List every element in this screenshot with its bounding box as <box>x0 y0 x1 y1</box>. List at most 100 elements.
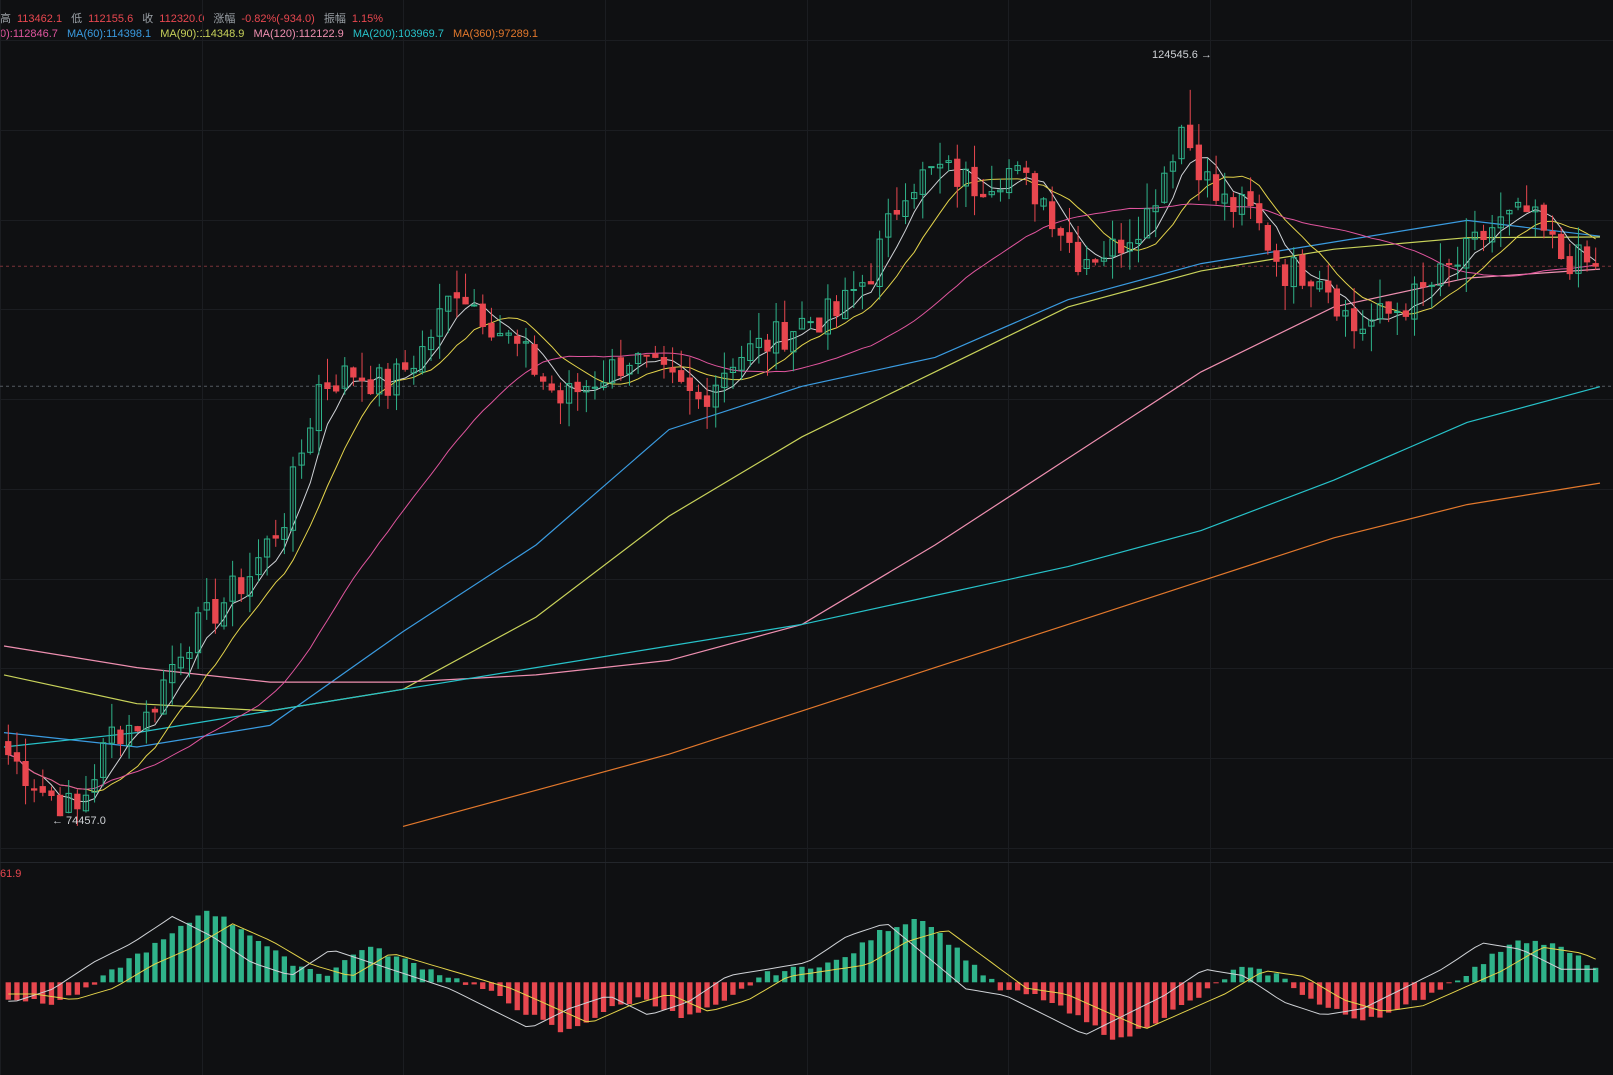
candle-down <box>488 322 495 338</box>
candle-down <box>678 370 685 382</box>
candle-down <box>56 794 64 817</box>
candle-down <box>238 577 245 595</box>
moving-average-lines <box>3 157 1601 827</box>
macd-histogram-bar <box>1463 976 1469 983</box>
macd-histogram-bar <box>523 982 529 1015</box>
candle-down <box>1212 174 1220 201</box>
candle-down <box>1273 250 1280 262</box>
macd-histogram-bar <box>152 942 158 983</box>
macd-histogram-bar <box>1187 982 1193 1001</box>
candle-down <box>1523 205 1530 213</box>
candle-down <box>22 761 29 786</box>
macd-histogram-bar <box>342 960 348 983</box>
candle-down <box>1307 281 1315 287</box>
chart-grid <box>0 0 1613 1075</box>
macd-histogram-bar <box>540 982 546 1020</box>
macd-histogram-bar <box>66 982 72 996</box>
macd-histogram-bar <box>1403 982 1409 1005</box>
candle-down <box>117 729 124 745</box>
candle-down <box>954 158 961 187</box>
macd-histogram-bar <box>247 935 253 983</box>
macd-histogram-bar <box>730 982 736 995</box>
macd-histogram-bar <box>1299 982 1305 995</box>
macd-histogram-bar <box>1092 982 1098 1026</box>
macd-histogram-bar <box>1455 980 1461 983</box>
ma-short-line <box>8 175 1596 793</box>
candle-down <box>462 296 469 305</box>
candle-down <box>74 793 81 810</box>
macd-histogram-bar <box>195 915 201 983</box>
macd-histogram-bar <box>411 963 417 983</box>
macd-histogram-bar <box>1429 982 1435 993</box>
macd-histogram-bar <box>1593 967 1599 983</box>
macd-histogram-bar <box>704 982 710 1008</box>
macd-histogram-bar <box>480 982 486 989</box>
macd-histogram-bar <box>428 969 434 983</box>
macd-histogram-bar <box>1446 982 1452 984</box>
macd-histogram-bar <box>1584 965 1590 983</box>
macd-histogram-bar <box>1360 982 1366 1021</box>
candle-up <box>471 304 478 307</box>
candle-down <box>1420 282 1427 288</box>
macd-histogram-bar <box>109 969 115 983</box>
macd-histogram-bar <box>644 982 650 1000</box>
candle-down <box>514 335 521 344</box>
candle-down <box>1351 308 1358 332</box>
candle-down <box>402 362 409 370</box>
candle-down <box>1256 203 1263 224</box>
candle-down <box>1549 231 1556 235</box>
macd-histogram-bar <box>1273 973 1280 983</box>
macd-histogram-bar <box>1420 982 1426 1000</box>
candle-down <box>660 357 668 365</box>
macd-histogram-bar <box>1118 982 1124 1038</box>
candle-down <box>1540 204 1547 231</box>
candle-down <box>1031 173 1039 205</box>
macd-histogram-bar <box>1222 979 1228 983</box>
candle-down <box>1566 256 1573 275</box>
candle-down <box>272 535 279 539</box>
candle-down <box>134 726 141 732</box>
candlestick-chart[interactable]: 124545.6 → ← 74457.0 61.9 <box>0 0 1613 1075</box>
macd-histogram-bar <box>885 931 891 983</box>
macd-histogram-bar <box>1213 982 1219 984</box>
macd-histogram-bar <box>557 982 564 1033</box>
candle-down <box>548 383 555 391</box>
candle-down <box>333 385 340 392</box>
candle-down <box>980 193 987 198</box>
candle-down <box>1187 124 1194 149</box>
candle-up <box>807 321 814 324</box>
macd-histogram-bar <box>402 958 408 983</box>
candle-down <box>1023 167 1030 173</box>
macd-histogram-bar <box>1506 944 1512 983</box>
macd-histogram-bar <box>1489 953 1495 983</box>
macd-histogram-bar <box>324 975 331 983</box>
macd-histogram-bar <box>1541 944 1547 983</box>
macd-histogram-bar <box>307 969 313 983</box>
macd-histogram-bar <box>1325 982 1331 1008</box>
macd-histogram-bar <box>1109 982 1116 1040</box>
macd-histogram-bar <box>212 916 218 983</box>
candle-down <box>1333 288 1340 317</box>
macd-histogram-bar <box>1135 982 1142 1029</box>
candle-down <box>384 368 392 396</box>
macd-histogram-bar <box>1411 982 1418 1001</box>
macd-histogram-bar <box>359 950 365 983</box>
macd-histogram-bar <box>747 982 753 986</box>
macd-histogram-bar <box>100 975 106 983</box>
macd-histogram-bar <box>1368 982 1374 1017</box>
candle-down <box>1402 310 1409 317</box>
candle-down <box>453 292 461 299</box>
candle-down <box>1445 263 1453 266</box>
macd-histogram-bar <box>229 925 236 983</box>
macd-histogram-bar <box>911 919 917 983</box>
macd-histogram-bar <box>937 932 943 983</box>
macd-panel <box>5 910 1599 1040</box>
candle-down <box>1195 144 1202 181</box>
candle-down <box>669 367 676 373</box>
macd-histogram-bar <box>454 978 460 983</box>
candle-down <box>1264 225 1271 251</box>
macd-histogram-bar <box>1170 982 1176 1010</box>
candle-down <box>1299 254 1306 286</box>
candle-down <box>212 599 219 624</box>
macd-histogram-bar <box>808 968 814 983</box>
